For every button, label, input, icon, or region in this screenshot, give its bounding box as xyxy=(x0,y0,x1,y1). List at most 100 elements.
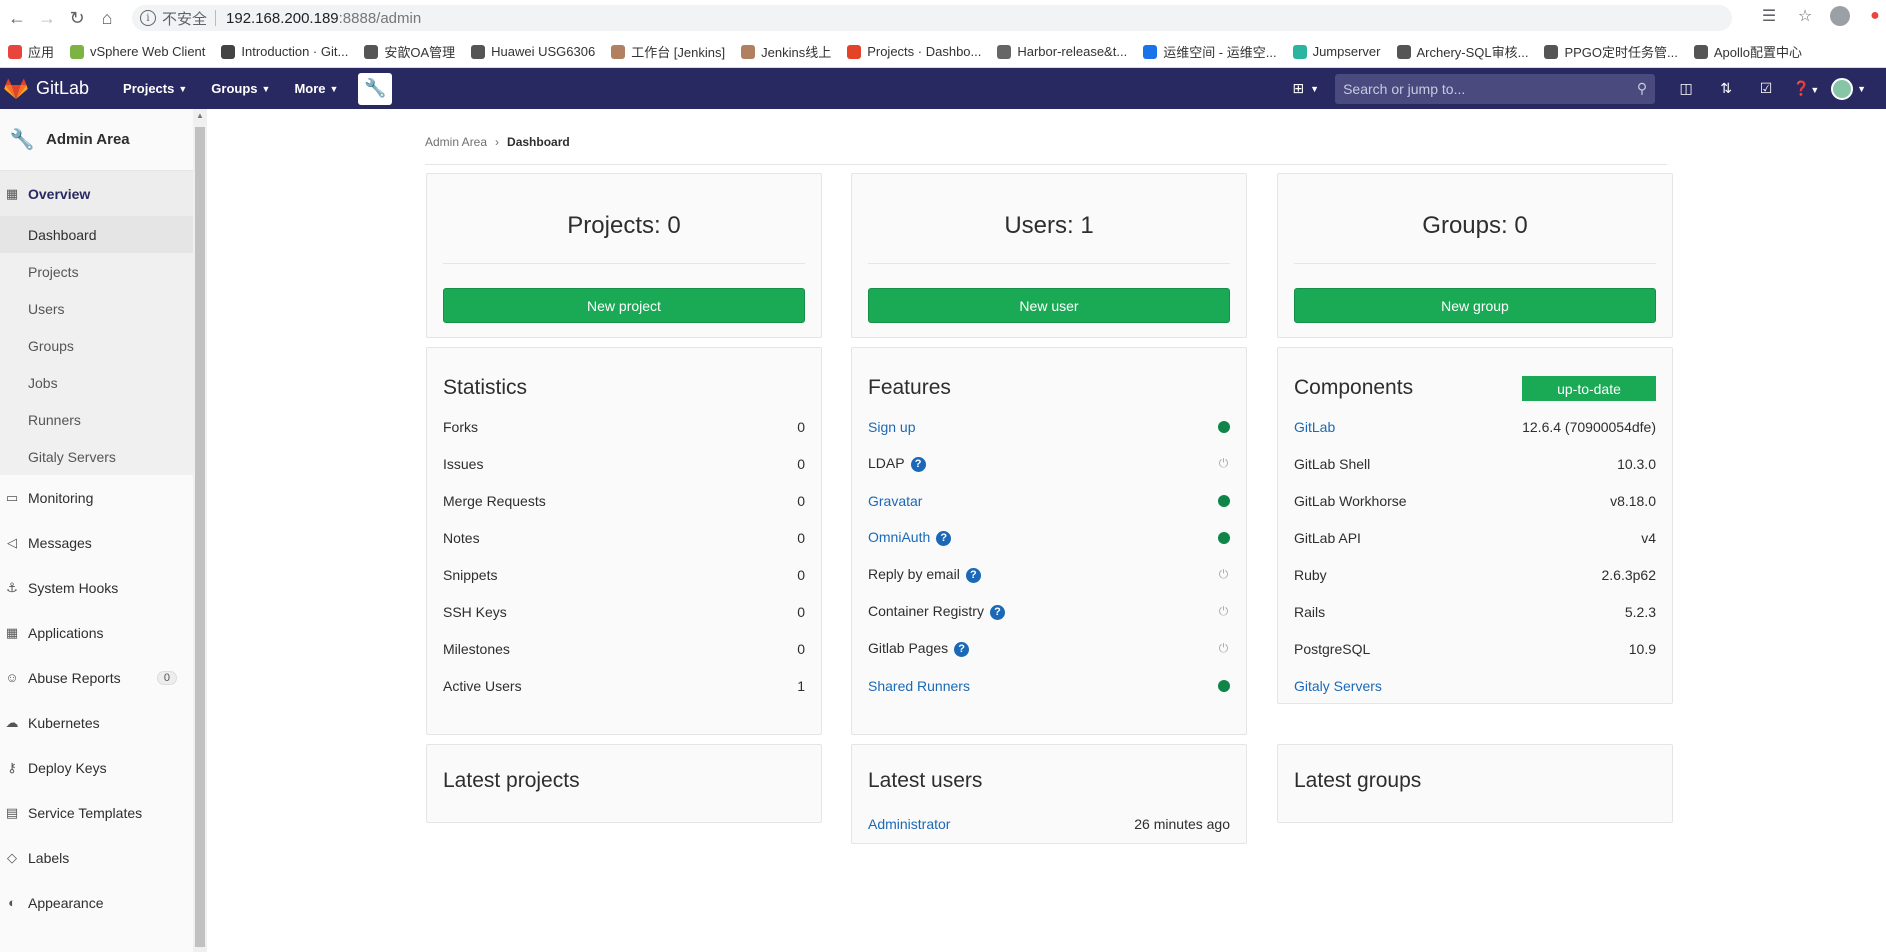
sidebar-item-deploy-keys[interactable]: ⚷ Deploy Keys xyxy=(0,745,193,790)
nav-more[interactable]: More ▼ xyxy=(284,68,348,109)
search-input[interactable]: Search or jump to... ⚲ xyxy=(1335,73,1656,104)
bookmark-item[interactable]: 应用 xyxy=(0,40,62,64)
bookmark-item[interactable]: 安歆OA管理 xyxy=(356,40,463,64)
count-badge: 0 xyxy=(156,670,177,685)
latest-user-name[interactable]: Administrator xyxy=(868,816,950,832)
component-label[interactable]: GitLab xyxy=(1294,419,1335,435)
question-circle-icon[interactable]: ? xyxy=(965,567,981,583)
new-dropdown-button[interactable]: ⊞ ▼ xyxy=(1292,80,1319,97)
sidebar-item-abuse-reports[interactable]: ☺ Abuse Reports 0 xyxy=(0,655,193,700)
sidebar-subitem-gitaly-servers[interactable]: Gitaly Servers xyxy=(0,438,193,475)
new-project-button[interactable]: New project xyxy=(443,288,805,323)
statistics-row: Notes 0 xyxy=(427,519,821,556)
admin-area-button[interactable]: 🔧 xyxy=(358,72,393,105)
sidebar-item-messages[interactable]: ◁ Messages xyxy=(0,520,193,565)
question-circle-icon[interactable]: ? xyxy=(910,456,926,472)
nav-groups[interactable]: Groups ▼ xyxy=(201,68,280,109)
merge-request-icon[interactable]: ⇅ xyxy=(1711,80,1741,97)
question-circle-icon[interactable]: ? xyxy=(936,530,952,546)
bookmark-favicon-icon xyxy=(70,44,85,59)
monitor-icon: ▭ xyxy=(5,489,19,505)
sidebar: 🔧 Admin Area ▦ Overview Dashboard Project… xyxy=(0,109,207,952)
sidebar-item-monitoring[interactable]: ▭ Monitoring xyxy=(0,475,193,520)
avatar[interactable] xyxy=(1831,77,1854,100)
bookmark-item[interactable]: Archery-SQL审核... xyxy=(1389,40,1537,64)
sidebar-item-label: Appearance xyxy=(28,894,104,911)
nav-projects[interactable]: Projects ▼ xyxy=(113,68,197,109)
nav-more-label: More xyxy=(294,81,326,96)
reload-icon[interactable]: ↻ xyxy=(64,5,90,31)
breadcrumb-dashboard[interactable]: Dashboard xyxy=(507,135,570,149)
info-icon[interactable]: i xyxy=(140,10,156,26)
browser-profile-icon[interactable] xyxy=(1830,6,1850,26)
translate-icon[interactable]: ☰ xyxy=(1758,6,1780,26)
bookmark-item[interactable]: Harbor-release&t... xyxy=(989,40,1135,64)
sidebar-subitem-dashboard[interactable]: Dashboard xyxy=(0,216,193,253)
sidebar-subitem-runners[interactable]: Runners xyxy=(0,401,193,438)
bookmark-label: Introduction · Git... xyxy=(241,44,349,59)
feature-label[interactable]: OmniAuth xyxy=(868,529,930,545)
feature-label[interactable]: Sign up xyxy=(868,419,915,435)
todo-check-icon[interactable]: ☑ xyxy=(1751,80,1781,97)
power-off-icon: ⏻ xyxy=(1218,567,1229,581)
sidebar-item-applications[interactable]: ▦ Applications xyxy=(0,610,193,655)
browser-menu-icon[interactable]: ● xyxy=(1864,7,1886,25)
sidebar-subitem-users[interactable]: Users xyxy=(0,290,193,327)
statistics-value: 0 xyxy=(797,603,805,620)
forward-icon[interactable]: → xyxy=(34,5,60,31)
sidebar-item-kubernetes[interactable]: ☁ Kubernetes xyxy=(0,700,193,745)
question-circle-icon[interactable]: ? xyxy=(989,604,1005,620)
bookmark-item[interactable]: Jenkins线上 xyxy=(733,40,839,64)
sidebar-subitem-groups[interactable]: Groups xyxy=(0,327,193,364)
chevron-down-icon: ▼ xyxy=(329,83,339,94)
back-icon[interactable]: ← xyxy=(4,5,30,31)
sidebar-item-overview[interactable]: ▦ Overview xyxy=(0,171,193,216)
bookmark-item[interactable]: 运维空间 - 运维空... xyxy=(1135,40,1284,64)
scroll-up-icon[interactable]: ▲ xyxy=(196,111,204,120)
feature-name: Container Registry? xyxy=(868,603,1005,620)
sidebar-scrollbar[interactable]: ▲ xyxy=(193,109,207,952)
label-icon: ◇ xyxy=(7,849,17,865)
bookmark-item[interactable]: Introduction · Git... xyxy=(213,40,356,64)
component-row: GitLab API v4 xyxy=(1278,519,1672,556)
todos-panel-icon[interactable]: ◫ xyxy=(1671,80,1701,97)
feature-name: Shared Runners xyxy=(868,678,970,694)
latest-users-card: Latest users Administrator 26 minutes ago xyxy=(851,744,1247,844)
bookmark-star-icon[interactable]: ☆ xyxy=(1794,6,1816,26)
breadcrumb-admin-area[interactable]: Admin Area xyxy=(425,135,487,149)
statistics-value: 0 xyxy=(797,640,805,657)
new-user-button[interactable]: New user xyxy=(868,288,1230,323)
bookmark-label: 工作台 [Jenkins] xyxy=(631,45,726,60)
bookmark-item[interactable]: vSphere Web Client xyxy=(62,40,213,64)
scrollbar-thumb[interactable] xyxy=(195,127,205,947)
statistics-label: Snippets xyxy=(443,566,498,583)
new-group-button[interactable]: New group xyxy=(1294,288,1656,323)
sidebar-subitem-jobs[interactable]: Jobs xyxy=(0,364,193,401)
component-row: GitLab Workhorse v8.18.0 xyxy=(1278,482,1672,519)
bookmark-item[interactable]: Jumpserver xyxy=(1285,40,1389,64)
feature-label[interactable]: Shared Runners xyxy=(868,678,970,694)
feature-name: LDAP? xyxy=(868,455,926,472)
chevron-down-icon[interactable]: ▼ xyxy=(1857,84,1866,94)
bookmark-item[interactable]: Huawei USG6306 xyxy=(463,40,603,64)
feature-label: Reply by email xyxy=(868,566,960,583)
feature-label[interactable]: Gravatar xyxy=(868,493,922,509)
home-icon[interactable]: ⌂ xyxy=(94,5,120,31)
component-label[interactable]: Gitaly Servers xyxy=(1294,678,1382,694)
sidebar-subitem-projects[interactable]: Projects xyxy=(0,253,193,290)
sidebar-context-header[interactable]: 🔧 Admin Area xyxy=(0,109,193,171)
gitlab-logo[interactable]: GitLab xyxy=(4,68,89,109)
component-row: PostgreSQL 10.9 xyxy=(1278,630,1672,667)
sidebar-item-system-hooks[interactable]: ⚓ System Hooks xyxy=(0,565,193,610)
bookmark-item[interactable]: Apollo配置中心 xyxy=(1686,40,1810,64)
sidebar-item-labels[interactable]: ◇ Labels xyxy=(0,835,193,880)
bookmark-item[interactable]: PPGO定时任务管... xyxy=(1536,40,1685,64)
address-bar[interactable]: i 不安全 192.168.200.189:8888/admin xyxy=(132,5,1732,31)
sidebar-item-appearance[interactable]: ◐ Appearance xyxy=(0,880,193,925)
bookmark-item[interactable]: Projects · Dashbo... xyxy=(839,40,989,64)
feature-row: OmniAuth? xyxy=(852,519,1246,556)
help-icon[interactable]: ❓▼ xyxy=(1791,80,1821,97)
sidebar-item-service-templates[interactable]: ▤ Service Templates xyxy=(0,790,193,835)
question-circle-icon[interactable]: ? xyxy=(954,641,970,657)
bookmark-item[interactable]: 工作台 [Jenkins] xyxy=(603,40,733,64)
